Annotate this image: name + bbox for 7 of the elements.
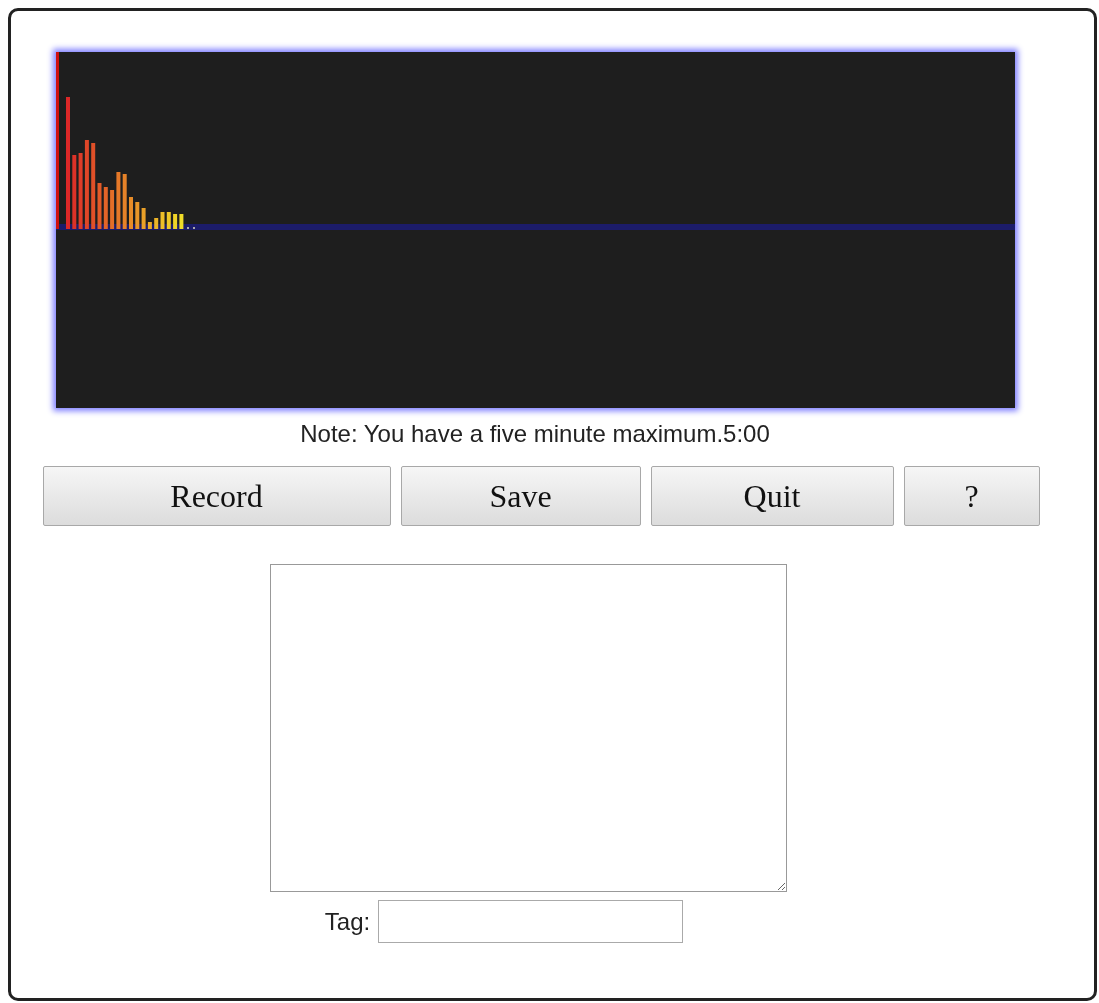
note-text: Note: You have a five minute maximum.5:00 [300, 420, 770, 448]
tag-label: Tag: [324, 907, 371, 936]
tag-input[interactable] [378, 900, 684, 943]
action-button[interactable]: Save [400, 466, 641, 526]
action-button[interactable]: ? [903, 466, 1040, 526]
action-button[interactable]: Record [42, 466, 391, 526]
action-button[interactable]: Quit [650, 466, 894, 526]
